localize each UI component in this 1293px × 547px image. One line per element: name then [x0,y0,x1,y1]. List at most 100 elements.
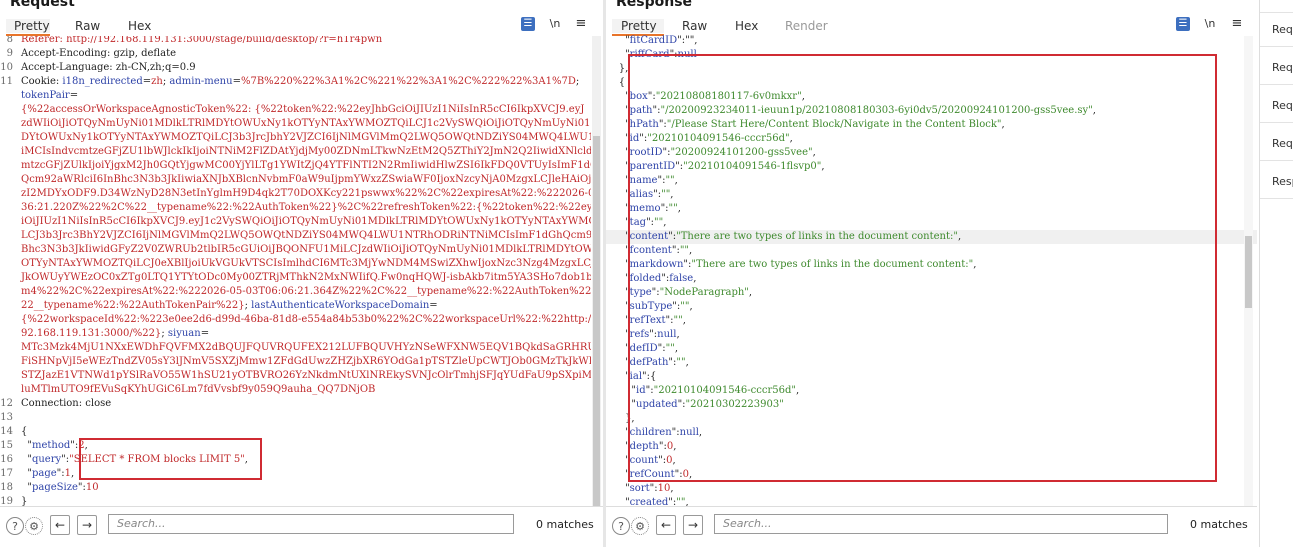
prev-match-button[interactable]: ← [50,515,70,535]
code-token: "" [668,203,678,214]
code-line: "content":"There are two types of links … [606,230,961,244]
side-item-response[interactable]: Resp [1272,175,1293,188]
request-scrollbar[interactable] [592,36,601,507]
response-menu-icon[interactable]: ≡ [1230,17,1244,31]
code-token: " [606,399,637,410]
code-token: zI2MDYxODF9.D34WzNyD28N3etInYglmH9D4qk2T… [21,188,591,199]
code-line: OTYyNTAxYWMOZTQiLCJ0eXBlIjoiUkVGUkVTSCIs… [21,257,591,271]
code-line: "path":"/20200923234011-ieuun1p/20210808… [606,104,1096,118]
next-match-button[interactable]: → [77,515,97,535]
code-token: 10 [85,482,99,493]
code-token: }, [606,63,629,74]
code-token: = [69,90,79,101]
code-token: ": [657,343,666,354]
code-line: FiSHNpVjI5eWEzTndZV05sY3lJNmV5SXZjMmw1ZF… [21,355,591,369]
code-token: Cookie: [21,76,63,87]
code-token: , [685,357,689,368]
code-token: { [606,77,626,88]
code-token: ": [649,329,658,340]
response-scroll-thumb[interactable] [1245,236,1252,308]
code-token: = [429,300,438,311]
request-tab-raw[interactable]: Raw [75,19,100,33]
code-token: refs [629,329,650,340]
response-pane: Response Pretty Raw Hex Render ☰ \n ≡ "f… [606,0,1257,547]
request-tab-hex[interactable]: Hex [128,19,151,33]
code-token: Accept-Language: zh-CN,zh;q=0.9 [21,62,196,73]
request-menu-icon[interactable]: ≡ [574,17,588,31]
side-item-request-4[interactable]: Requ [1272,137,1293,150]
code-token: = [200,328,210,339]
gear-icon[interactable]: ⚙ [631,517,649,535]
code-line: 22__typename%22:%22AuthTokenPair%22}; la… [21,299,438,313]
code-token: "" [665,175,675,186]
code-line: zI2MDYxODF9.D34WzNyD28N3etInYglmH9D4qk2T… [21,187,591,201]
help-icon[interactable]: ? [612,517,630,535]
code-token: ": [658,441,667,452]
code-line: iOiJIUzI1NiIsInR5cCI6IkpXVCJ9.eyJ1c2VySW… [21,215,591,229]
code-token: subType [629,301,673,312]
code-token: , [663,217,667,228]
code-token: markdown [629,259,684,270]
code-token: luMTlmUTO9fEVuSqKYhUGiC6Lm7fdVvsbf9y059Q… [21,384,376,395]
code-token: null [677,49,697,60]
code-token: }, [606,413,635,424]
code-token: fcontent [629,245,672,256]
code-token: box [629,91,648,102]
code-token: children [629,427,672,438]
code-token: %7B%220%22%3A1%2C%221%22%3A1%2C%222%22%3… [240,76,576,87]
response-pretty-toggle-icon[interactable]: ☰ [1176,17,1190,31]
line-number: 17 [0,468,13,479]
side-item-request-2[interactable]: Requ [1272,61,1293,74]
gear-icon[interactable]: ⚙ [25,517,43,535]
code-token: ": [56,468,65,479]
code-token: , [676,329,680,340]
code-token: ial [629,371,643,382]
response-search-input[interactable]: Search... [714,514,1168,534]
code-token: "NodeParagraph" [659,287,749,298]
request-pretty-toggle-icon[interactable]: ☰ [521,17,535,31]
code-token: " [606,231,630,242]
line-number: 9 [6,48,13,59]
side-item-request-1[interactable]: Requ [1272,23,1293,36]
code-token: OTYyNTAxYWMOZTQiLCJ0eXBlIjoiUkVGUkVTSCIs… [21,258,591,269]
code-token: hPath [629,119,659,130]
code-line: DYtOWUxNy1kOTYyNTAxYWMOZTQiLCJ3b3JrcJbhY… [21,131,591,145]
request-search-input[interactable]: Search... [108,514,514,534]
code-token: , [84,440,88,451]
code-token: "" [661,189,671,200]
response-editor[interactable]: "fitCardID":"", "riffCard":null }, { "bo… [606,30,1243,507]
next-match-button[interactable]: → [683,515,703,535]
code-token: " [606,469,630,480]
code-line: "folded":false, [606,272,696,286]
line-number: 12 [0,398,13,409]
code-token: " [606,119,630,130]
response-wrap-icon[interactable]: \n [1203,17,1217,31]
code-token: , [672,455,676,466]
code-token: , [698,427,703,438]
history-side-panel: Requ Requ Requ Requ Resp [1259,0,1293,547]
request-scroll-thumb[interactable] [593,136,600,506]
request-tab-pretty[interactable]: Pretty [6,19,50,33]
code-token: , [71,468,75,479]
code-line: "refs":null, [606,328,680,342]
side-item-request-3[interactable]: Requ [1272,99,1293,112]
response-scrollbar[interactable] [1244,36,1253,507]
line-number: 13 [0,412,13,423]
code-token: " [606,441,630,452]
code-token: " [606,455,630,466]
code-line: "updated":"20210302223903" [606,398,783,412]
code-token: mtzcGFjZUlkIjoiYjgxM2Jh0GQtYjgwMC00YjYlL… [21,160,591,171]
code-token: , [821,161,825,172]
code-token: " [606,105,630,116]
code-token: " [606,385,637,396]
code-token: , [795,385,800,396]
code-token: "20210104091546-cccr56d" [653,385,796,396]
help-icon[interactable]: ? [6,517,24,535]
code-token: Qcm92aWRlciI6InBhc3N3b3JkIiwiaXNJbXBlcnN… [21,174,591,185]
code-token: MTc3Mzk4MjU1NXxEWDhFQVFMX2dBQUJFQUVRQUFE… [21,342,591,353]
code-token: , [670,189,674,200]
request-wrap-icon[interactable]: \n [548,17,562,31]
prev-match-button[interactable]: ← [656,515,676,535]
request-editor[interactable]: 8 Referer: http://192.168.119.131:3000/st… [0,36,591,507]
code-token: " [606,329,630,340]
